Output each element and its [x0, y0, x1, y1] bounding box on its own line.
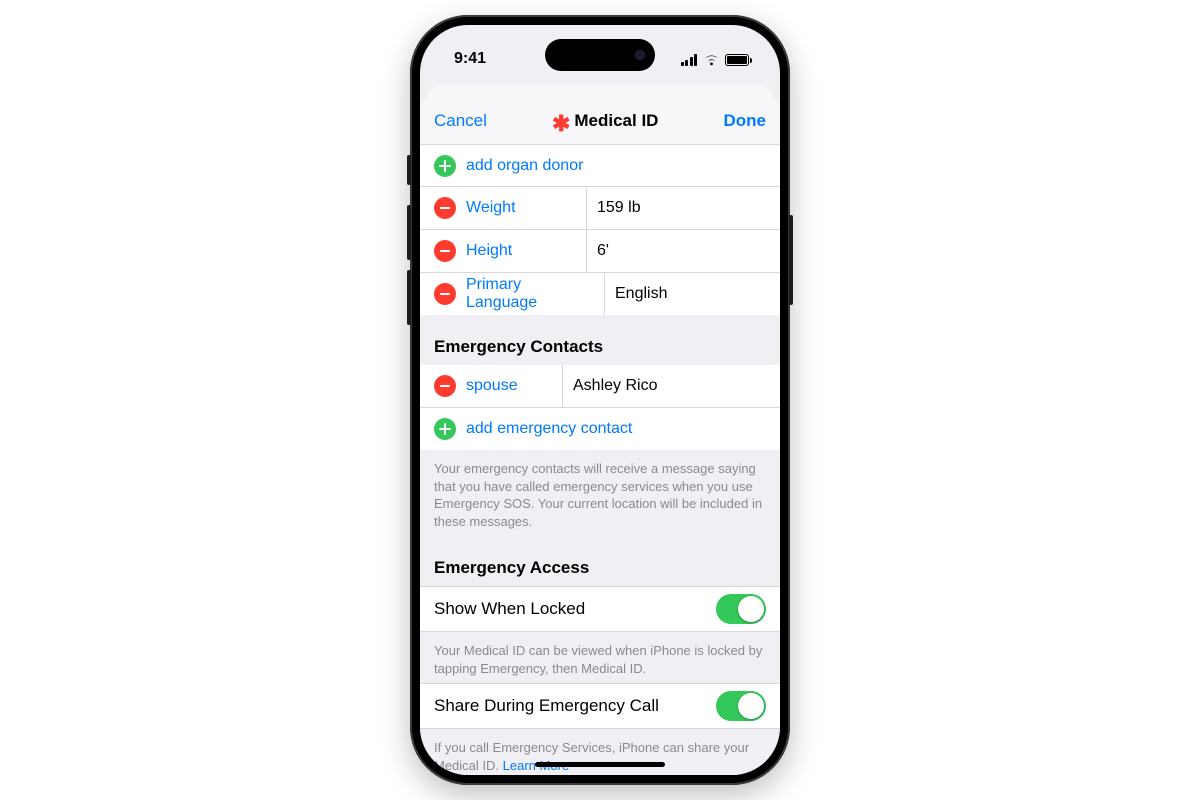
show-when-locked-row: Show When Locked — [420, 586, 780, 632]
primary-language-value[interactable]: English — [604, 273, 766, 315]
minus-icon[interactable] — [434, 375, 456, 397]
show-when-locked-toggle[interactable] — [716, 594, 766, 624]
medical-asterisk-icon: ✱ — [552, 116, 570, 132]
add-emergency-contact-label: add emergency contact — [466, 420, 632, 438]
emergency-contacts-header: Emergency Contacts — [420, 315, 780, 365]
share-during-call-toggle[interactable] — [716, 691, 766, 721]
scroll-content[interactable]: add organ donor Weight 159 lb — [420, 145, 780, 775]
nav-bar: Cancel ✱ Medical ID Done — [420, 97, 780, 145]
weight-row[interactable]: Weight 159 lb — [420, 187, 780, 230]
share-during-call-footer: If you call Emergency Services, iPhone c… — [420, 729, 780, 775]
volume-down-button — [407, 270, 411, 325]
power-button — [789, 215, 793, 305]
emergency-access-header: Emergency Access — [420, 536, 780, 586]
modal-sheet: Cancel ✱ Medical ID Done add organ dono — [420, 97, 780, 775]
share-during-call-label: Share During Emergency Call — [434, 696, 659, 716]
dynamic-island — [545, 39, 655, 71]
phone-frame: 9:41 Cancel ✱ Medical ID Do — [410, 15, 790, 785]
title-text: Medical ID — [574, 111, 658, 131]
height-row[interactable]: Height 6' — [420, 230, 780, 273]
status-time: 9:41 — [454, 50, 486, 68]
weight-label: Weight — [466, 187, 576, 229]
silent-switch — [407, 155, 411, 185]
primary-language-row[interactable]: Primary Language English — [420, 273, 780, 315]
show-when-locked-footer: Your Medical ID can be viewed when iPhon… — [420, 632, 780, 683]
minus-icon[interactable] — [434, 283, 456, 305]
wifi-icon — [703, 54, 719, 66]
emergency-contacts-footer: Your emergency contacts will receive a m… — [420, 450, 780, 536]
emergency-contacts-group: spouse Ashley Rico add emergency contact — [420, 365, 780, 450]
screen: 9:41 Cancel ✱ Medical ID Do — [420, 25, 780, 775]
cellular-icon — [681, 54, 698, 66]
add-organ-donor-label: add organ donor — [466, 157, 583, 175]
weight-value[interactable]: 159 lb — [586, 187, 766, 229]
plus-icon — [434, 418, 456, 440]
cancel-button[interactable]: Cancel — [434, 111, 487, 131]
share-during-call-row: Share During Emergency Call — [420, 683, 780, 729]
battery-icon — [725, 54, 752, 66]
contact-relation: spouse — [466, 365, 552, 407]
emergency-contact-row[interactable]: spouse Ashley Rico — [420, 365, 780, 408]
plus-icon — [434, 155, 456, 177]
status-indicators — [681, 52, 753, 66]
add-organ-donor-row[interactable]: add organ donor — [420, 145, 780, 187]
contact-name: Ashley Rico — [562, 365, 766, 407]
volume-up-button — [407, 205, 411, 260]
primary-language-label: Primary Language — [466, 273, 594, 315]
height-label: Height — [466, 230, 576, 272]
front-camera — [635, 50, 645, 60]
done-button[interactable]: Done — [723, 111, 766, 131]
page-title: ✱ Medical ID — [552, 111, 659, 131]
height-value[interactable]: 6' — [586, 230, 766, 272]
add-emergency-contact-row[interactable]: add emergency contact — [420, 408, 780, 450]
home-indicator[interactable] — [535, 762, 665, 767]
show-when-locked-label: Show When Locked — [434, 599, 585, 619]
minus-icon[interactable] — [434, 197, 456, 219]
share-footer-text: If you call Emergency Services, iPhone c… — [434, 740, 749, 773]
minus-icon[interactable] — [434, 240, 456, 262]
medical-info-group: add organ donor Weight 159 lb — [420, 145, 780, 315]
